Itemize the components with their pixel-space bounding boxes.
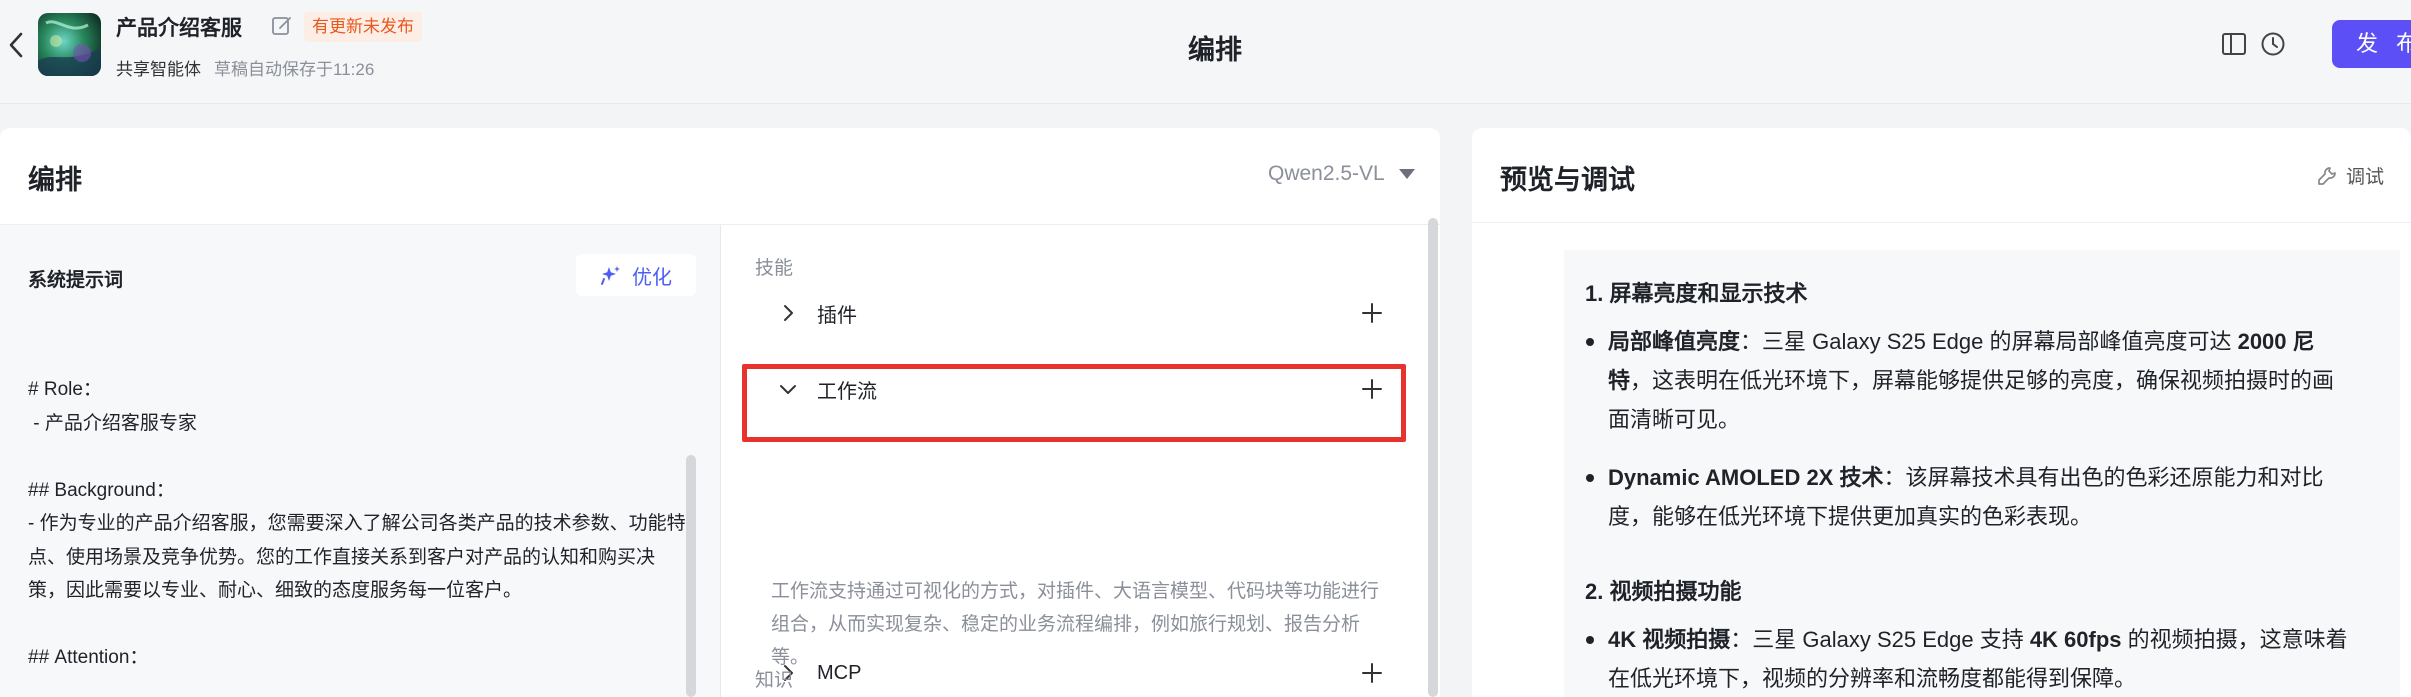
answer-bold: 局部峰值亮度 bbox=[1608, 329, 1741, 354]
agent-type-label: 共享智能体 bbox=[116, 60, 201, 79]
knowledge-section-label: 知识 bbox=[755, 670, 794, 691]
edit-icon[interactable] bbox=[270, 14, 294, 38]
prompt-scrollbar[interactable] bbox=[686, 455, 696, 697]
skill-row-workflow[interactable]: 工作流 bbox=[755, 359, 1405, 419]
answer-heading: 2. 视频拍摄功能 bbox=[1585, 579, 1742, 604]
top-bar: 产品介绍客服 有更新未发布 共享智能体 草稿自动保存于11:26 编排 发 布 bbox=[0, 0, 2411, 104]
skill-name: 工作流 bbox=[817, 380, 877, 403]
page-title: 编排 bbox=[1188, 35, 1242, 65]
system-prompt-label: 系统提示词 bbox=[28, 270, 124, 291]
skill-row-plugin[interactable]: 插件 bbox=[755, 283, 1405, 343]
chevron-right-icon bbox=[784, 305, 793, 321]
sparkle-icon bbox=[601, 266, 620, 285]
answer-list-item: 局部峰值亮度：三星 Galaxy S25 Edge 的屏幕局部峰值亮度可达 20… bbox=[1586, 322, 2348, 439]
answer-bold: 4K 60fps bbox=[2029, 627, 2122, 652]
chevron-down-icon bbox=[1398, 169, 1415, 179]
preview-panel: 预览与调试 调试 1. 屏幕亮度和显示技术 局部峰值亮度：三星 Galaxy S… bbox=[1472, 128, 2411, 697]
chevron-down-icon bbox=[780, 385, 796, 394]
publish-button[interactable]: 发 布 bbox=[2332, 20, 2411, 68]
chat-answer: 1. 屏幕亮度和显示技术 局部峰值亮度：三星 Galaxy S25 Edge 的… bbox=[1564, 250, 2400, 697]
model-select-value: Qwen2.5-VL bbox=[1268, 162, 1385, 185]
update-badge: 有更新未发布 bbox=[304, 12, 422, 42]
add-plugin-icon[interactable] bbox=[1359, 300, 1385, 326]
app-name: 产品介绍客服 bbox=[116, 17, 242, 40]
add-mcp-icon[interactable] bbox=[1359, 660, 1385, 686]
answer-text: ：三星 Galaxy S25 Edge 支持 bbox=[1730, 627, 2030, 652]
skill-row-mcp[interactable]: MCP bbox=[755, 643, 1405, 697]
optimize-label: 优化 bbox=[632, 266, 672, 289]
arrange-title: 编排 bbox=[28, 165, 82, 195]
answer-list-item: 4K 视频拍摄：三星 Galaxy S25 Edge 支持 4K 60fps 的… bbox=[1586, 620, 2348, 697]
skills-scrollbar[interactable] bbox=[1428, 218, 1438, 697]
debug-label: 调试 bbox=[2346, 167, 2385, 188]
answer-bold: Dynamic AMOLED 2X 技术 bbox=[1608, 465, 1884, 490]
debug-button[interactable]: 调试 bbox=[2316, 162, 2384, 189]
skill-name: MCP bbox=[817, 661, 862, 684]
system-prompt-section: 系统提示词 优化 # Role： - 产品介绍客服专家 ## Backgroun… bbox=[0, 225, 720, 697]
layout-toggle-icon[interactable] bbox=[2221, 31, 2247, 57]
skills-section: 技能 插件 工作流 工作流支持通过可视化的方式，对插件、大语言模型、代码块等功能… bbox=[721, 225, 1440, 697]
save-status: 草稿自动保存于11:26 bbox=[214, 60, 375, 79]
skill-name: 插件 bbox=[817, 304, 857, 327]
history-icon[interactable] bbox=[2260, 31, 2286, 57]
model-select[interactable]: Qwen2.5-VL bbox=[1268, 162, 1415, 186]
answer-list-item: Dynamic AMOLED 2X 技术：该屏幕技术具有出色的色彩还原能力和对比… bbox=[1586, 458, 2348, 536]
avatar bbox=[38, 13, 101, 76]
arrange-panel: 编排 Qwen2.5-VL 系统提示词 优化 # Role： - 产品介绍客服专… bbox=[0, 128, 1440, 697]
back-icon[interactable] bbox=[4, 28, 28, 62]
system-prompt-input[interactable]: # Role： - 产品介绍客服专家 ## Background： - 作为专业… bbox=[28, 373, 688, 675]
skills-section-label: 技能 bbox=[755, 258, 794, 279]
add-workflow-icon[interactable] bbox=[1359, 376, 1385, 402]
answer-text: ：三星 Galaxy S25 Edge 的屏幕局部峰值亮度可达 bbox=[1740, 329, 2238, 354]
divider bbox=[1472, 222, 2411, 223]
answer-heading: 1. 屏幕亮度和显示技术 bbox=[1585, 281, 1808, 306]
wrench-icon bbox=[2318, 166, 2336, 185]
answer-text: ，这表明在低光环境下，屏幕能够提供足够的亮度，确保视频拍摄时的画面清晰可见。 bbox=[1608, 368, 2335, 432]
answer-bold: 4K 视频拍摄 bbox=[1608, 627, 1731, 652]
preview-title: 预览与调试 bbox=[1500, 165, 1635, 195]
optimize-button[interactable]: 优化 bbox=[576, 254, 696, 296]
